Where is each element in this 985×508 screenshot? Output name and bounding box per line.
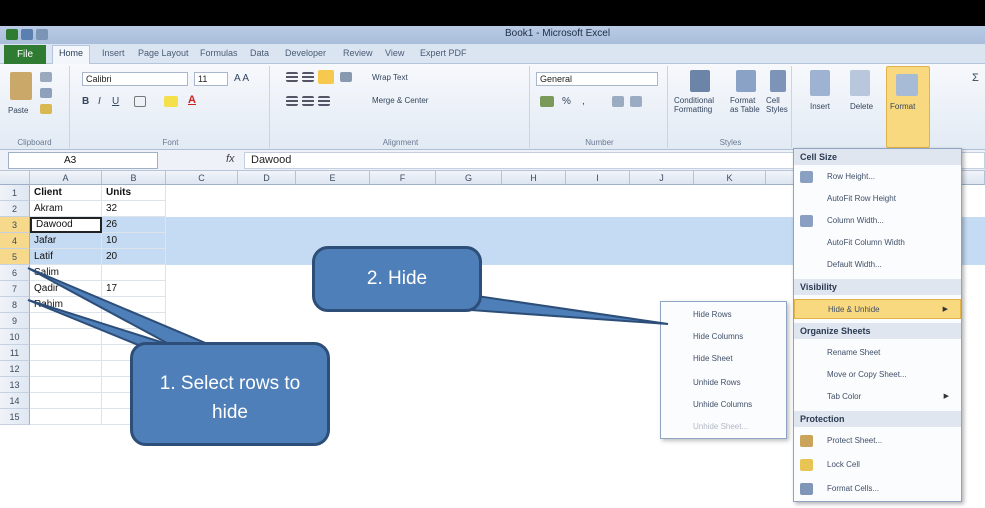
hide-callout: 2. Hide	[312, 246, 482, 312]
hide-callout-pointer	[469, 293, 669, 325]
select-callout: 1. Select rows to hide	[130, 342, 330, 446]
